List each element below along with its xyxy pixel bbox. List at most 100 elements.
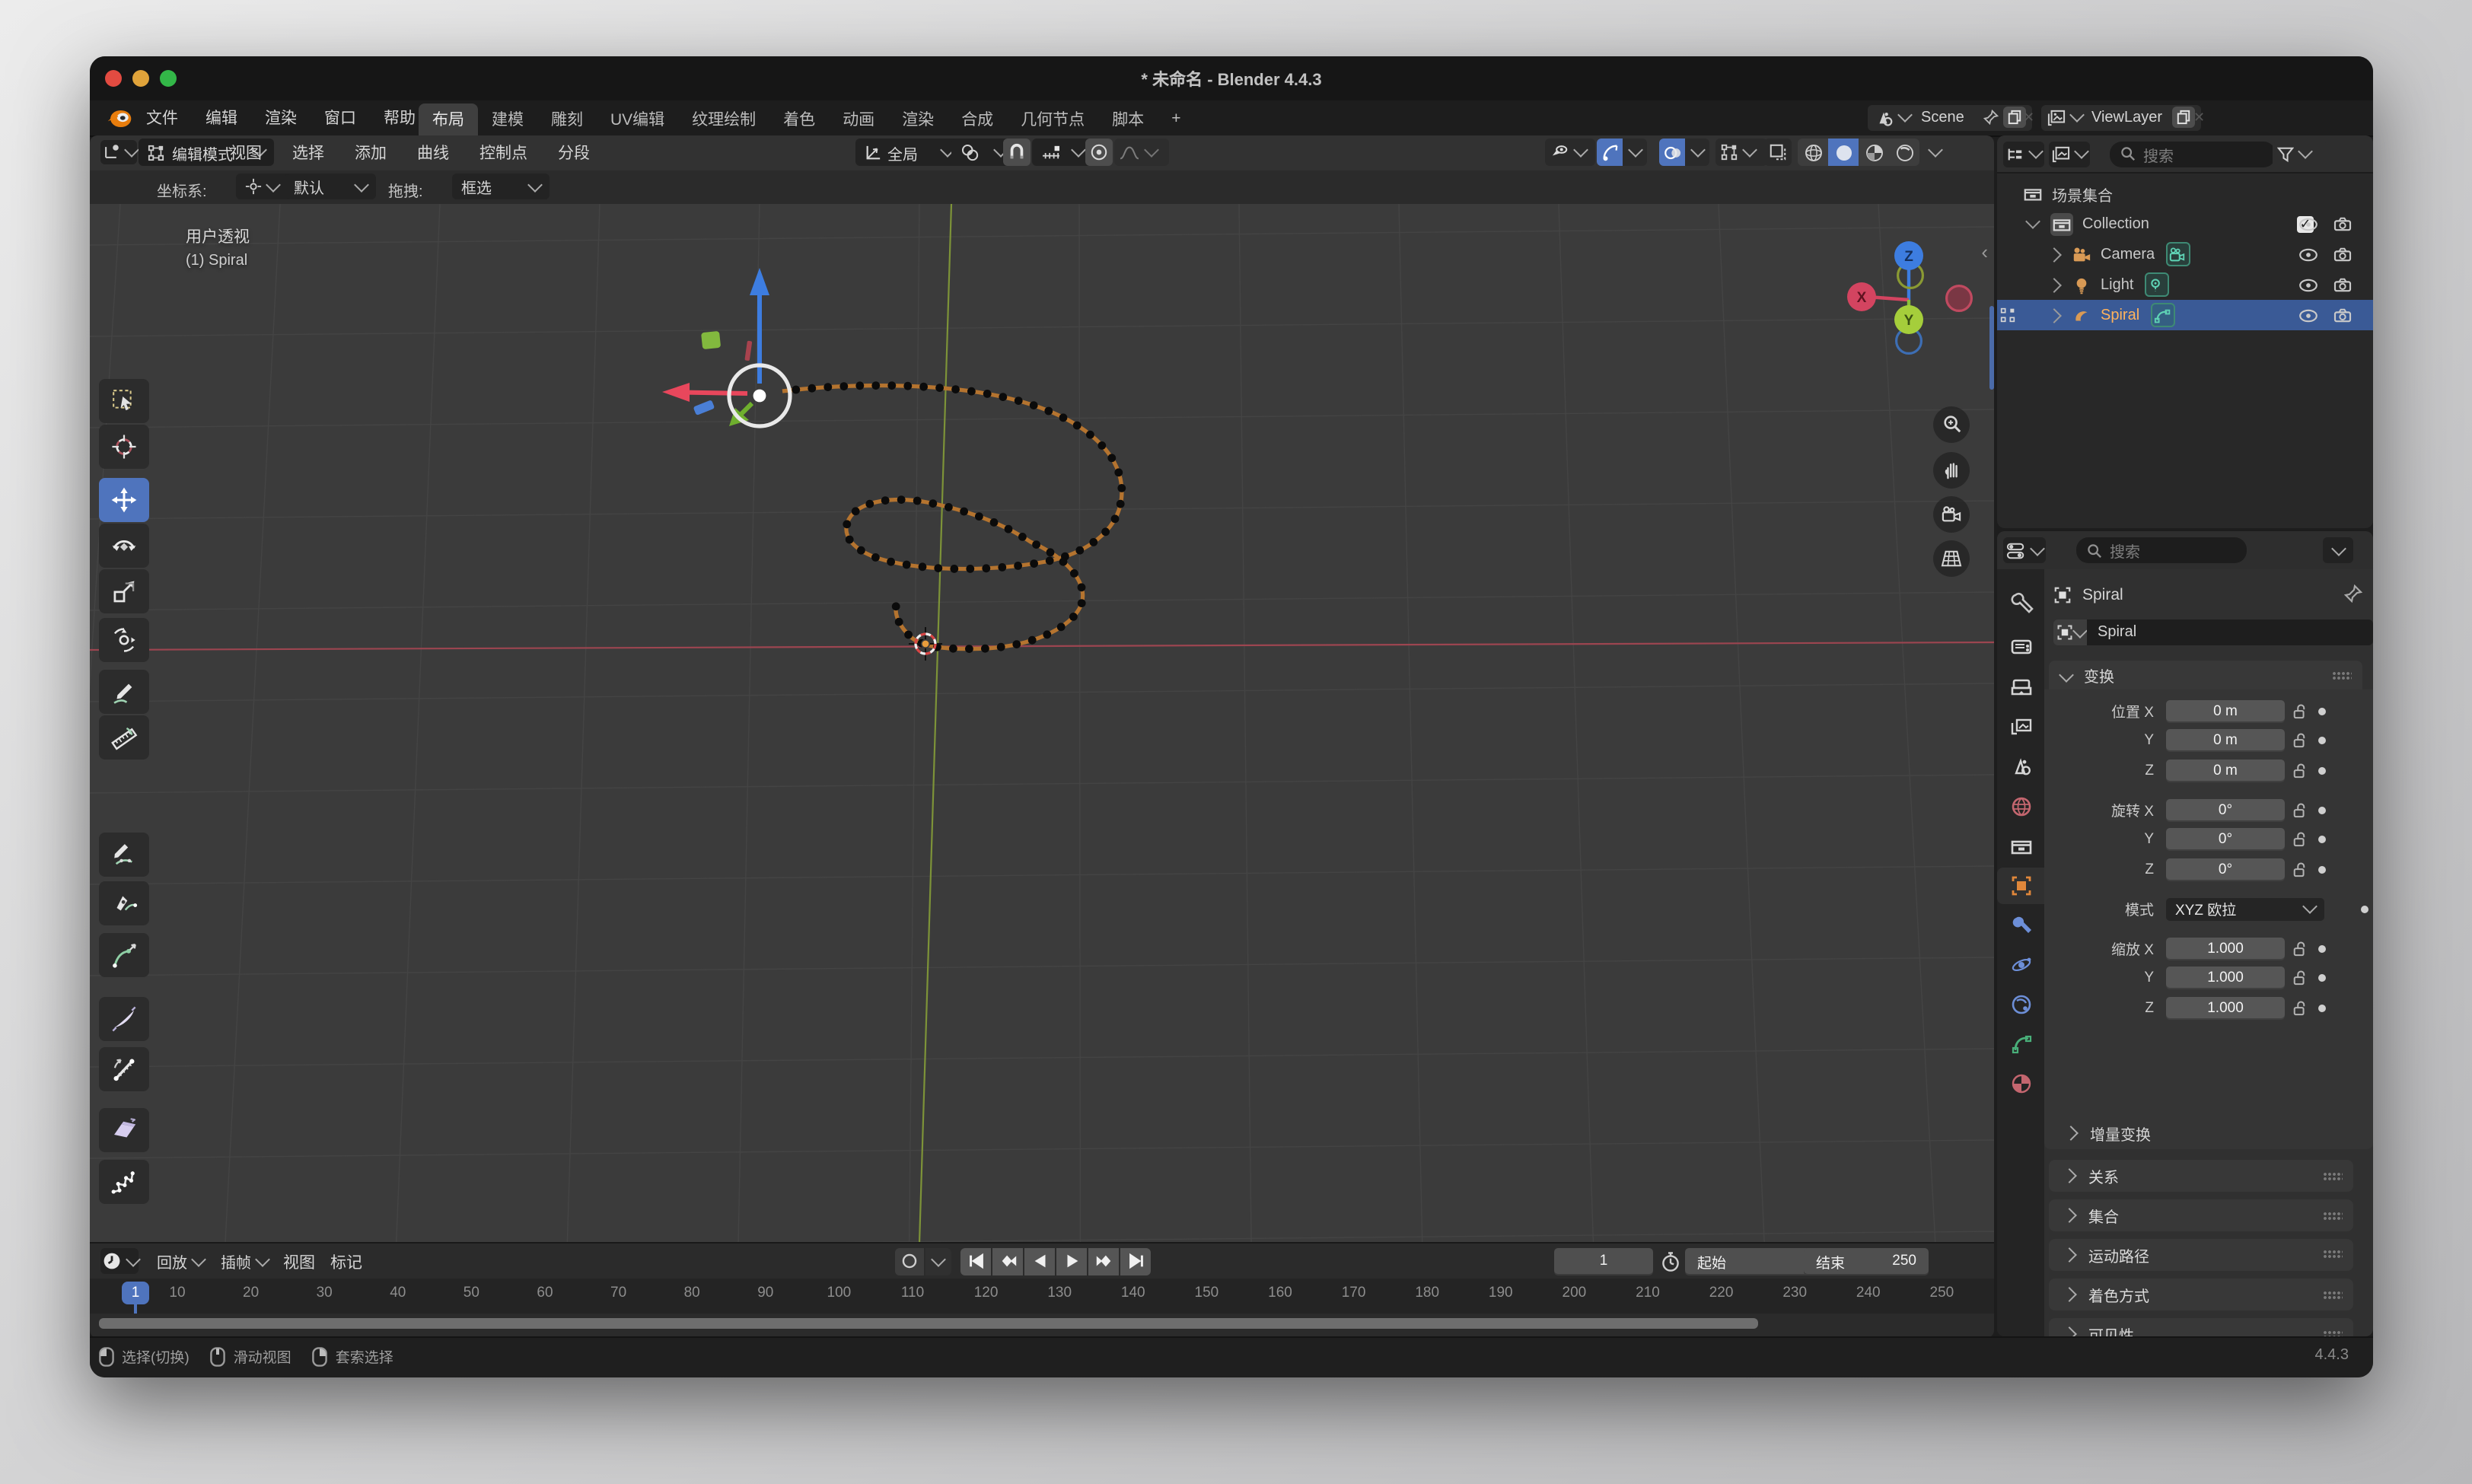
properties-options-dropdown[interactable] [2323, 537, 2353, 563]
workspace-tab-合成[interactable]: 合成 [948, 103, 1007, 135]
tool-randomize[interactable] [99, 1159, 149, 1203]
navigation-gizmo[interactable]: Z X Y [1847, 240, 1971, 352]
hide-in-viewport-toggle[interactable] [2298, 217, 2318, 231]
transform-value-field[interactable]: 0° [2166, 798, 2285, 821]
expand-icon[interactable] [2047, 307, 2062, 323]
panel-grip[interactable] [2332, 670, 2352, 680]
animate-dot[interactable] [2318, 836, 2326, 843]
animate-dot[interactable] [2318, 737, 2326, 744]
lock-icon[interactable] [2292, 940, 2308, 957]
lock-icon[interactable] [2292, 762, 2308, 779]
toggle-xray-button[interactable] [1764, 139, 1792, 166]
show-overlays-button[interactable] [1659, 139, 1685, 166]
animate-dot[interactable] [2318, 806, 2326, 814]
tool-shear[interactable] [99, 1108, 149, 1152]
timeline-scrollbar[interactable] [99, 1318, 1758, 1328]
outliner-filter-id-button[interactable] [2049, 141, 2090, 167]
animate-dot[interactable] [2318, 766, 2326, 774]
outliner-search-box[interactable]: 搜索 [2110, 141, 2276, 167]
orientation-default-dropdown[interactable]: 默认 [285, 174, 376, 199]
workspace-tab-动画[interactable]: 动画 [829, 103, 888, 135]
properties-search-box[interactable]: 搜索 [2076, 537, 2247, 563]
expand-icon[interactable] [2047, 247, 2062, 262]
outliner-row-Camera[interactable]: Camera [1997, 239, 2373, 269]
disable-in-renders-toggle[interactable] [2333, 247, 2352, 262]
blender-logo-icon[interactable] [104, 105, 134, 131]
menu-渲染[interactable]: 渲染 [251, 106, 311, 129]
tool-extrude[interactable] [99, 933, 149, 977]
zoom-button[interactable] [1933, 406, 1970, 442]
timeline-marker-menu[interactable]: 标记 [330, 1251, 362, 1274]
outliner-display-mode-button[interactable] [2003, 141, 2044, 167]
lock-icon[interactable] [2292, 861, 2308, 877]
workspace-tab-几何节点[interactable]: 几何节点 [1007, 103, 1098, 135]
viewport-menu-添加[interactable]: 添加 [339, 142, 402, 164]
lock-icon[interactable] [2292, 999, 2308, 1016]
panel-grip[interactable] [2323, 1330, 2343, 1336]
shading-dropdown[interactable] [1922, 139, 1947, 166]
pin-icon[interactable] [1983, 110, 1999, 125]
auto-keying-button[interactable] [895, 1247, 924, 1275]
viewport-3d[interactable]: Z X Y 用户透视 (1) Spiral ‹ [90, 203, 1994, 1242]
workspace-tab-渲染[interactable]: 渲染 [888, 103, 948, 135]
camera-data-badge[interactable] [2165, 242, 2190, 266]
pin-id-icon[interactable] [2343, 583, 2364, 604]
new-viewlayer-copy-icon[interactable] [2172, 107, 2195, 128]
tool-scale[interactable] [99, 569, 149, 613]
next-keyframe-button[interactable] [1088, 1247, 1119, 1275]
lock-icon[interactable] [2292, 732, 2308, 749]
viewport-menu-控制点[interactable]: 控制点 [464, 142, 543, 164]
shading-material-button[interactable] [1859, 139, 1889, 166]
properties-tab-world[interactable] [1997, 788, 2044, 825]
properties-editor-type-button[interactable] [2003, 537, 2046, 563]
transform-value-field[interactable]: 1.000 [2166, 996, 2285, 1019]
animate-dot[interactable] [2318, 974, 2326, 982]
panel-grip[interactable] [2323, 1171, 2343, 1180]
rotation-mode-dropdown[interactable]: XYZ 欧拉 [2166, 897, 2324, 920]
hide-in-viewport-toggle[interactable] [2298, 308, 2318, 322]
jump-to-end-button[interactable] [1120, 1247, 1151, 1275]
add-workspace-button[interactable]: + [1158, 105, 1194, 132]
snap-settings-dropdown[interactable] [1032, 139, 1093, 166]
auto-keying-dropdown[interactable] [925, 1247, 951, 1275]
object-id-selector[interactable] [2053, 619, 2087, 645]
disable-in-renders-toggle[interactable] [2333, 216, 2352, 231]
keying-menu[interactable]: 插帧 [212, 1248, 291, 1274]
timeline-view-menu[interactable]: 视图 [283, 1251, 315, 1274]
transform-value-field[interactable]: 0 m [2166, 759, 2285, 782]
tool-tilt[interactable] [99, 1046, 149, 1091]
tool-radius[interactable] [99, 997, 149, 1041]
properties-tab-object[interactable] [1997, 868, 2044, 904]
panel-grip[interactable] [2323, 1211, 2343, 1220]
current-frame-pill[interactable]: 1 [122, 1282, 149, 1304]
animate-dot[interactable] [2318, 865, 2326, 873]
curve-data-badge[interactable] [2150, 303, 2174, 327]
lock-icon[interactable] [2292, 970, 2308, 986]
properties-tab-tool[interactable] [1997, 584, 2044, 621]
workspace-tab-雕刻[interactable]: 雕刻 [537, 103, 597, 135]
tool-move[interactable] [99, 478, 149, 522]
workspace-tab-UV编辑[interactable]: UV编辑 [597, 103, 678, 135]
hide-in-viewport-toggle[interactable] [2298, 247, 2318, 261]
animate-dot[interactable] [2318, 944, 2326, 952]
viewport-menu-视图[interactable]: 视图 [215, 142, 277, 164]
workspace-tab-着色[interactable]: 着色 [769, 103, 829, 135]
show-gizmo-button[interactable] [1597, 139, 1623, 166]
animate-dot[interactable] [2361, 905, 2368, 912]
outliner-row-Spiral[interactable]: Spiral [1997, 300, 2373, 330]
viewport-menu-曲线[interactable]: 曲线 [402, 142, 464, 164]
panel-关系[interactable]: 关系 [2049, 1160, 2353, 1192]
transform-value-field[interactable]: 1.000 [2166, 937, 2285, 960]
panel-grip[interactable] [2323, 1290, 2343, 1299]
mesh-edit-overlay-dropdown[interactable] [1715, 139, 1767, 166]
lock-icon[interactable] [2292, 801, 2308, 818]
transform-value-field[interactable]: 0 m [2166, 729, 2285, 752]
tool-annotate[interactable] [99, 670, 149, 714]
hide-in-viewport-toggle[interactable] [2298, 278, 2318, 291]
object-name-field[interactable]: Spiral [2087, 619, 2373, 645]
shading-rendered-button[interactable] [1889, 139, 1919, 166]
collapse-icon[interactable] [2025, 214, 2040, 229]
prev-keyframe-button[interactable] [992, 1247, 1023, 1275]
workspace-tab-纹理绘制[interactable]: 纹理绘制 [678, 103, 769, 135]
gizmo-dropdown[interactable] [1623, 139, 1647, 166]
